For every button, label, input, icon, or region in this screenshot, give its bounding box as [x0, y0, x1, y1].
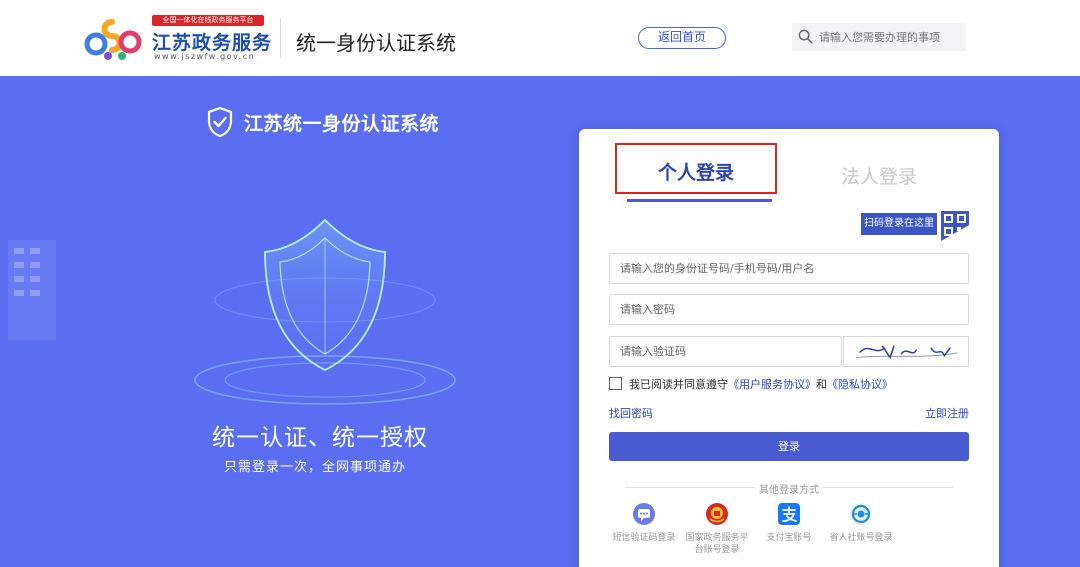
national-gov-login-label: 国家政务服务平台账号登录 — [685, 533, 749, 555]
brand-url: www.jszwfw.gov.cn — [154, 52, 256, 61]
divider-right — [823, 487, 953, 488]
alipay-login-label: 支付宝账号 — [766, 533, 812, 543]
national-gov-login-option[interactable]: 国家政务服务平台账号登录 — [682, 502, 752, 556]
qr-code-icon[interactable] — [941, 211, 969, 241]
account-field — [609, 253, 969, 284]
captcha-image[interactable] — [843, 336, 969, 367]
search-input[interactable] — [819, 27, 961, 47]
tab-personal-label: 个人登录 — [657, 162, 734, 184]
agreement-text: 我已阅读并同意遵守《用户服务协议》和《隐私协议》 — [629, 376, 893, 392]
hero-slogan: 统一认证、统一授权 — [212, 425, 428, 451]
forgot-password-link[interactable]: 找回密码 — [609, 405, 653, 421]
service-agreement-link[interactable]: 《用户服务协议》 — [728, 378, 816, 391]
hero-title: 江苏统一身份认证系统 — [244, 113, 440, 135]
shield-check-icon — [207, 106, 233, 138]
login-button[interactable]: 登录 — [609, 432, 969, 461]
back-home-button[interactable]: 返回首页 — [638, 27, 726, 49]
national-emblem-icon — [706, 503, 728, 525]
qr-login-tag[interactable]: 扫码登录在这里 — [861, 213, 937, 235]
search-icon[interactable] — [798, 29, 813, 44]
password-input[interactable] — [610, 295, 968, 324]
other-login-title: 其他登录方式 — [759, 485, 819, 496]
building-illustration — [8, 240, 56, 340]
tab-legal-login[interactable]: 法人登录 — [829, 162, 929, 190]
agreement-prefix: 我已阅读并同意遵守 — [629, 378, 728, 391]
register-link[interactable]: 立即注册 — [925, 405, 969, 421]
active-tab-indicator — [627, 199, 772, 202]
divider-left — [625, 487, 755, 488]
hero-subtitle: 只需登录一次，全网事项通办 — [224, 460, 407, 475]
alipay-login-option[interactable]: 支付宝账号 — [754, 502, 824, 544]
jiangsu-gov-logo-icon — [84, 19, 142, 60]
sms-login-option[interactable]: 短信验证码登录 — [609, 502, 679, 544]
captcha-input[interactable] — [610, 337, 841, 366]
social-security-login-label: 省人社账号登录 — [829, 533, 893, 543]
tab-personal-login[interactable]: 个人登录 — [615, 143, 777, 194]
agreement-checkbox[interactable] — [609, 377, 622, 390]
security-shield-illustration — [194, 218, 456, 405]
privacy-agreement-link[interactable]: 《隐私协议》 — [827, 378, 893, 391]
login-panel: 个人登录 法人登录 扫码登录在这里 我已阅读并同意遵守《用户服务协议》和《隐私协… — [579, 129, 999, 567]
sms-login-label: 短信验证码登录 — [612, 533, 676, 543]
top-header: 全国一体化在线政务服务平台 江苏政务服务 www.jszwfw.gov.cn 统… — [0, 0, 1080, 76]
captcha-field — [609, 336, 842, 367]
password-field — [609, 294, 969, 325]
sms-icon — [633, 503, 655, 525]
social-security-icon — [850, 503, 872, 525]
search-box — [792, 23, 966, 51]
system-title: 统一身份认证系统 — [296, 31, 456, 55]
account-input[interactable] — [610, 254, 968, 283]
header-divider — [280, 18, 281, 58]
social-security-login-option[interactable]: 省人社账号登录 — [826, 502, 896, 544]
agreement-and: 和 — [816, 378, 827, 391]
alipay-icon — [778, 503, 800, 525]
brand-name: 江苏政务服务 — [152, 32, 273, 54]
platform-badge: 全国一体化在线政务服务平台 — [152, 15, 264, 26]
